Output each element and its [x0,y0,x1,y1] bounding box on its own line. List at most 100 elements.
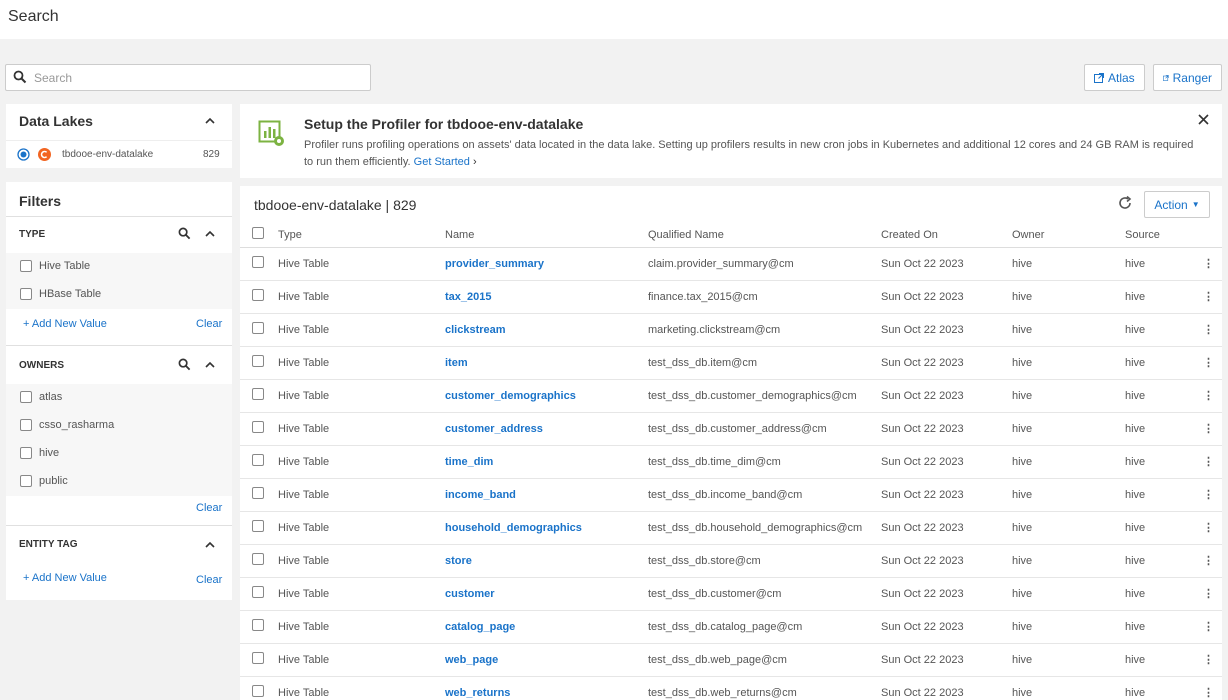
table-row[interactable]: Hive Table household_demographics test_dss… [240,511,1222,545]
table-row[interactable]: Hive Table provider_summary claim.provider… [240,247,1222,281]
more-options-icon[interactable]: ⋮ [1195,478,1222,512]
row-checkbox[interactable] [252,355,264,367]
column-header-type[interactable]: Type [278,223,445,248]
name-link[interactable]: item [445,346,648,380]
atlas-button[interactable]: Atlas [1084,64,1145,91]
created-on-cell: Sun Oct 22 2023 [881,346,1012,380]
name-link[interactable]: web_returns [445,676,648,700]
qualified-name-cell: test_dss_db.customer_demographics@cm [648,379,881,413]
name-link[interactable]: customer_address [445,412,648,446]
checkbox[interactable] [20,391,32,403]
more-options-icon[interactable]: ⋮ [1195,346,1222,380]
chevron-up-icon[interactable] [204,115,216,127]
type-option-hive-table[interactable]: Hive Table [20,260,90,272]
search-box[interactable] [5,64,371,91]
name-link[interactable]: web_page [445,643,648,677]
more-options-icon[interactable]: ⋮ [1195,676,1222,700]
more-options-icon[interactable]: ⋮ [1195,544,1222,578]
row-checkbox[interactable] [252,619,264,631]
checkbox[interactable] [20,447,32,459]
entity-tag-add-new-value-link[interactable]: + Add New Value [23,572,107,584]
row-checkbox[interactable] [252,553,264,565]
chevron-up-icon[interactable] [204,359,216,371]
more-options-icon[interactable]: ⋮ [1195,412,1222,446]
row-checkbox[interactable] [252,520,264,532]
name-link[interactable]: customer_demographics [445,379,648,413]
search-input[interactable] [34,68,364,88]
name-link[interactable]: catalog_page [445,610,648,644]
column-header-source[interactable]: Source [1125,223,1195,248]
type-clear-link[interactable]: Clear [196,318,222,330]
row-checkbox[interactable] [252,421,264,433]
more-options-icon[interactable]: ⋮ [1195,577,1222,611]
close-icon[interactable] [1198,114,1209,125]
type-add-new-value-link[interactable]: + Add New Value [23,318,107,330]
column-header-created-on[interactable]: Created On [881,223,1012,248]
type-cell: Hive Table [278,346,445,380]
owner-option-public[interactable]: public [20,475,68,487]
checkbox[interactable] [20,288,32,300]
name-link[interactable]: provider_summary [445,247,648,281]
name-link[interactable]: clickstream [445,313,648,347]
more-options-icon[interactable]: ⋮ [1195,247,1222,281]
row-checkbox[interactable] [252,487,264,499]
owner-option-atlas[interactable]: atlas [20,391,62,403]
row-checkbox[interactable] [252,388,264,400]
table-row[interactable]: Hive Table income_band test_dss_db.income_… [240,478,1222,512]
column-header-owner[interactable]: Owner [1012,223,1125,248]
search-icon[interactable] [178,227,191,240]
data-lake-item[interactable]: tbdooe-env-datalake 829 [6,140,232,168]
row-checkbox[interactable] [252,454,264,466]
row-checkbox[interactable] [252,685,264,697]
table-row[interactable]: Hive Table web_page test_dss_db.web_page@c… [240,643,1222,677]
owners-clear-link[interactable]: Clear [196,502,222,514]
row-checkbox[interactable] [252,586,264,598]
chevron-up-icon[interactable] [204,228,216,240]
more-options-icon[interactable]: ⋮ [1195,280,1222,314]
table-row[interactable]: Hive Table store test_dss_db.store@cm Sun O… [240,544,1222,578]
table-row[interactable]: Hive Table customer_demographics test_dss_… [240,379,1222,413]
table-row[interactable]: Hive Table item test_dss_db.item@cm Sun Oct… [240,346,1222,380]
table-row[interactable]: Hive Table tax_2015 finance.tax_2015@cm Sun… [240,280,1222,314]
owner-option-hive[interactable]: hive [20,447,59,459]
name-link[interactable]: household_demographics [445,511,648,545]
more-options-icon[interactable]: ⋮ [1195,445,1222,479]
more-options-icon[interactable]: ⋮ [1195,610,1222,644]
table-row[interactable]: Hive Table clickstream marketing.clickstre… [240,313,1222,347]
entity-tag-clear-link[interactable]: Clear [196,574,222,586]
search-icon[interactable] [178,358,191,371]
checkbox[interactable] [20,475,32,487]
more-options-icon[interactable]: ⋮ [1195,511,1222,545]
ranger-button[interactable]: Ranger [1153,64,1222,91]
select-all-checkbox[interactable] [252,227,264,240]
refresh-icon[interactable] [1117,195,1133,211]
table-row[interactable]: Hive Table customer_address test_dss_db.cu… [240,412,1222,446]
get-started-link[interactable]: Get Started › [414,156,477,168]
more-options-icon[interactable]: ⋮ [1195,643,1222,677]
radio-selected-icon[interactable] [17,148,30,161]
table-row[interactable]: Hive Table customer test_dss_db.customer@c… [240,577,1222,611]
action-button[interactable]: Action ▼ [1144,191,1210,218]
type-option-hbase-table[interactable]: HBase Table [20,288,101,300]
more-options-icon[interactable]: ⋮ [1195,313,1222,347]
row-checkbox[interactable] [252,256,264,268]
more-options-icon[interactable]: ⋮ [1195,379,1222,413]
name-link[interactable]: customer [445,577,648,611]
row-checkbox[interactable] [252,652,264,664]
checkbox[interactable] [20,419,32,431]
created-on-cell: Sun Oct 22 2023 [881,313,1012,347]
table-row[interactable]: Hive Table time_dim test_dss_db.time_dim@c… [240,445,1222,479]
name-link[interactable]: time_dim [445,445,648,479]
column-header-name[interactable]: Name [445,223,648,248]
name-link[interactable]: income_band [445,478,648,512]
name-link[interactable]: tax_2015 [445,280,648,314]
column-header-qualified-name[interactable]: Qualified Name [648,223,881,248]
row-checkbox[interactable] [252,289,264,301]
table-row[interactable]: Hive Table catalog_page test_dss_db.catalo… [240,610,1222,644]
table-row[interactable]: Hive Table web_returns test_dss_db.web_ret… [240,676,1222,700]
owner-option-csso-rasharma[interactable]: csso_rasharma [20,419,114,431]
checkbox[interactable] [20,260,32,272]
chevron-up-icon[interactable] [204,539,216,551]
row-checkbox[interactable] [252,322,264,334]
name-link[interactable]: store [445,544,648,578]
